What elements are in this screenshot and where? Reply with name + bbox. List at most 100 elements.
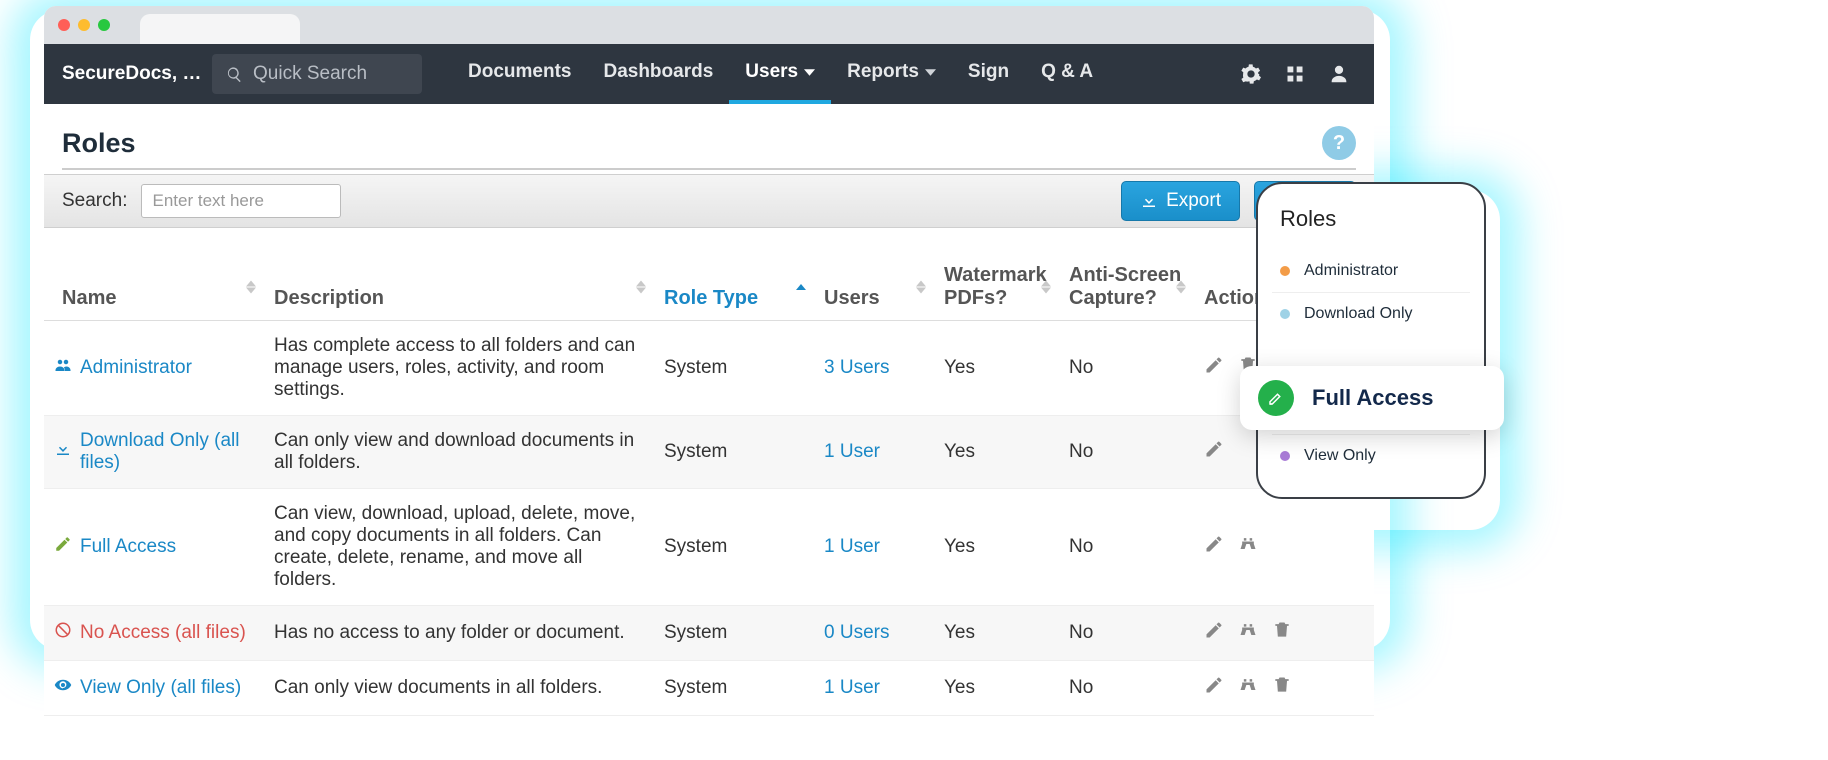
anti-screen-value: No	[1059, 321, 1194, 416]
table-row: Full Access Can view, download, upload, …	[44, 489, 1374, 606]
anti-screen-value: No	[1059, 606, 1194, 661]
nav-users[interactable]: Users	[729, 44, 831, 104]
users-link[interactable]: 1 User	[824, 536, 880, 557]
mobile-card-title: Roles	[1280, 206, 1464, 232]
role-description: Can only view documents in all folders.	[264, 661, 654, 716]
role-description: Has no access to any folder or document.	[264, 606, 654, 661]
users-link[interactable]: 3 Users	[824, 357, 889, 378]
toolbar: Search: Export New	[44, 174, 1374, 228]
mobile-role-label: View Only	[1304, 447, 1376, 465]
grid-icon	[1285, 64, 1305, 84]
role-icon	[54, 440, 72, 464]
color-dot-icon	[1280, 309, 1290, 319]
roles-table: Name Description Role Type Users	[44, 254, 1374, 716]
edit-badge-icon	[1258, 380, 1294, 416]
roles-popout-label: Full Access	[1312, 385, 1433, 411]
nav-reports-label: Reports	[847, 61, 919, 83]
search-label: Search:	[62, 190, 127, 212]
col-role-type-label: Role Type	[664, 287, 758, 309]
mobile-role-row[interactable]: Administrator	[1272, 250, 1470, 292]
user-icon	[1328, 63, 1350, 85]
role-icon	[54, 356, 72, 380]
edit-action[interactable]	[1204, 439, 1224, 465]
mobile-role-row[interactable]: Download Only	[1272, 292, 1470, 335]
delete-action[interactable]	[1272, 675, 1292, 701]
view-action[interactable]	[1238, 534, 1258, 560]
role-description: Has complete access to all folders and c…	[264, 321, 654, 416]
export-button[interactable]: Export	[1121, 181, 1240, 221]
apps-button[interactable]	[1278, 64, 1312, 84]
delete-action[interactable]	[1272, 620, 1292, 646]
role-icon	[54, 535, 72, 559]
browser-tab[interactable]	[140, 14, 300, 44]
col-watermark[interactable]: Watermark PDFs?	[934, 254, 1059, 321]
role-type: System	[654, 606, 814, 661]
help-button[interactable]: ?	[1322, 126, 1356, 160]
roles-popout[interactable]: Full Access	[1240, 366, 1504, 430]
role-type: System	[654, 489, 814, 606]
users-link[interactable]: 1 User	[824, 677, 880, 698]
col-users-label: Users	[824, 287, 880, 309]
col-users[interactable]: Users	[814, 254, 934, 321]
nav-reports[interactable]: Reports	[831, 44, 952, 104]
chevron-down-icon	[925, 67, 936, 78]
role-type: System	[654, 416, 814, 489]
anti-screen-value: No	[1059, 489, 1194, 606]
brand-name[interactable]: SecureDocs, I...	[62, 63, 202, 85]
gear-icon	[1240, 63, 1262, 85]
nav-qa[interactable]: Q & A	[1025, 44, 1109, 104]
col-description-label: Description	[274, 287, 384, 309]
color-dot-icon	[1280, 451, 1290, 461]
edit-action[interactable]	[1204, 534, 1224, 560]
page-title: Roles	[62, 128, 136, 159]
chevron-down-icon	[804, 67, 815, 78]
nav-dashboards[interactable]: Dashboards	[587, 44, 729, 104]
window-close-icon[interactable]	[58, 19, 70, 31]
table-row: Administrator Has complete access to all…	[44, 321, 1374, 416]
color-dot-icon	[1280, 266, 1290, 276]
app-header: SecureDocs, I... Quick Search Documents …	[44, 44, 1374, 104]
col-name-label: Name	[54, 287, 116, 309]
nav-sign[interactable]: Sign	[952, 44, 1025, 104]
nav-users-label: Users	[745, 61, 798, 83]
app-window: SecureDocs, I... Quick Search Documents …	[44, 6, 1374, 716]
col-description[interactable]: Description	[264, 254, 654, 321]
profile-button[interactable]	[1322, 63, 1356, 85]
edit-action[interactable]	[1204, 355, 1224, 381]
quick-search-placeholder: Quick Search	[253, 63, 367, 85]
quick-search[interactable]: Quick Search	[212, 54, 422, 94]
browser-tabbar	[44, 6, 1374, 44]
watermark-value: Yes	[934, 661, 1059, 716]
watermark-value: Yes	[934, 489, 1059, 606]
window-zoom-icon[interactable]	[98, 19, 110, 31]
window-minimize-icon[interactable]	[78, 19, 90, 31]
col-anti-screen[interactable]: Anti-Screen Capture?	[1059, 254, 1194, 321]
col-name[interactable]: Name	[44, 254, 264, 321]
view-action[interactable]	[1238, 620, 1258, 646]
table-row: View Only (all files) Can only view docu…	[44, 661, 1374, 716]
edit-action[interactable]	[1204, 675, 1224, 701]
table-row: Download Only (all files) Can only view …	[44, 416, 1374, 489]
col-anti-screen-label: Anti-Screen Capture?	[1069, 264, 1181, 309]
watermark-value: Yes	[934, 321, 1059, 416]
users-link[interactable]: 0 Users	[824, 622, 889, 643]
settings-button[interactable]	[1234, 63, 1268, 85]
view-action[interactable]	[1238, 675, 1258, 701]
roles-mobile-card: Roles Administrator Download Only No Acc…	[1256, 182, 1486, 499]
nav-documents[interactable]: Documents	[452, 44, 587, 104]
search-input[interactable]	[141, 184, 341, 218]
edit-action[interactable]	[1204, 620, 1224, 646]
col-role-type[interactable]: Role Type	[654, 254, 814, 321]
watermark-value: Yes	[934, 416, 1059, 489]
search-icon	[226, 66, 243, 83]
role-icon	[54, 621, 72, 645]
role-name-link[interactable]: Download Only (all files)	[80, 430, 254, 474]
role-name-link[interactable]: Full Access	[80, 536, 176, 558]
role-name-link[interactable]: No Access (all files)	[80, 622, 246, 644]
main-nav: Documents Dashboards Users Reports Sign …	[452, 44, 1109, 104]
role-name-link[interactable]: Administrator	[80, 357, 192, 379]
role-name-link[interactable]: View Only (all files)	[80, 677, 241, 699]
users-link[interactable]: 1 User	[824, 441, 880, 462]
mobile-role-row[interactable]: View Only	[1272, 434, 1470, 477]
mobile-role-label: Download Only	[1304, 305, 1413, 323]
